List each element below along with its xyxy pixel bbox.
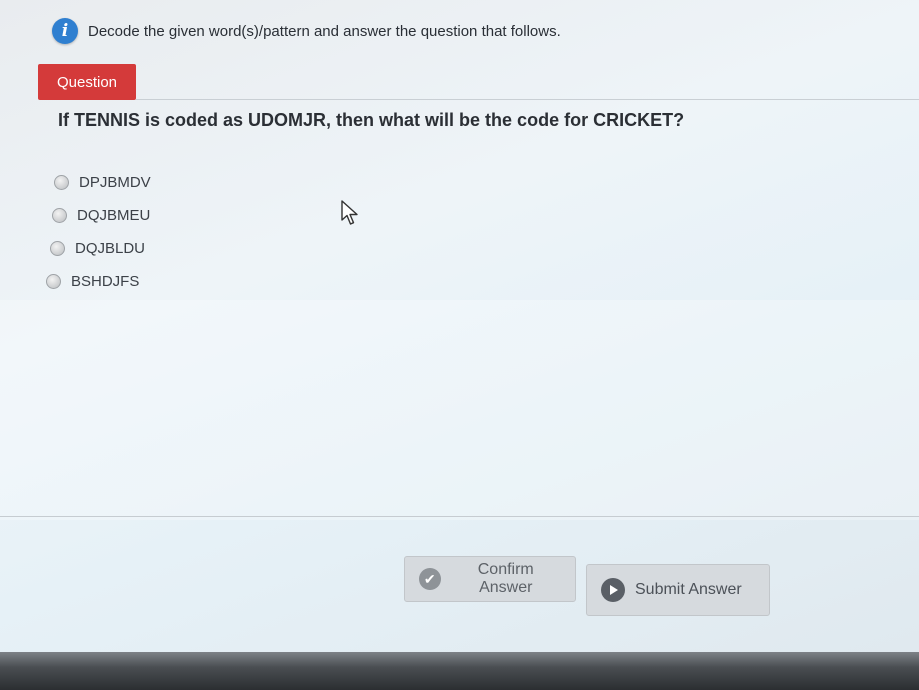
radio-button[interactable] — [46, 274, 61, 289]
play-icon — [601, 578, 625, 602]
answer-options: DPJBMDV DQJBMEU DQJBLDU BSHDJFS — [46, 166, 151, 298]
option-label: DPJBMDV — [79, 174, 151, 191]
monitor-bezel — [0, 652, 919, 690]
check-icon: ✔ — [419, 568, 441, 590]
option-2[interactable]: DQJBMEU — [52, 199, 151, 232]
question-tab-label: Question — [56, 73, 118, 91]
option-3[interactable]: DQJBLDU — [50, 232, 151, 265]
question-tab: Question — [38, 64, 136, 100]
option-label: BSHDJFS — [71, 273, 140, 290]
option-1[interactable]: DPJBMDV — [54, 166, 151, 199]
submit-answer-label: Submit Answer — [635, 581, 742, 598]
submit-answer-button[interactable]: Submit Answer — [586, 564, 770, 616]
mouse-pointer-icon — [341, 200, 358, 225]
tab-divider — [136, 99, 919, 100]
confirm-answer-label: Confirm Answer — [477, 561, 534, 596]
option-4[interactable]: BSHDJFS — [46, 265, 151, 298]
instruction-banner: i Decode the given word(s)/pattern and a… — [52, 18, 561, 44]
radio-button[interactable] — [54, 175, 69, 190]
quiz-screen: i Decode the given word(s)/pattern and a… — [0, 0, 919, 690]
radio-button[interactable] — [50, 241, 65, 256]
option-label: DQJBLDU — [75, 240, 146, 257]
radio-button[interactable] — [52, 208, 67, 223]
question-text: If TENNIS is coded as UDOMJR, then what … — [58, 110, 685, 130]
instruction-text: Decode the given word(s)/pattern and ans… — [88, 22, 561, 40]
info-icon: i — [52, 18, 78, 44]
panel-divider — [0, 516, 919, 517]
option-label: DQJBMEU — [77, 207, 151, 224]
content-panel — [0, 300, 919, 520]
confirm-answer-button[interactable]: ✔ Confirm Answer — [404, 556, 576, 602]
